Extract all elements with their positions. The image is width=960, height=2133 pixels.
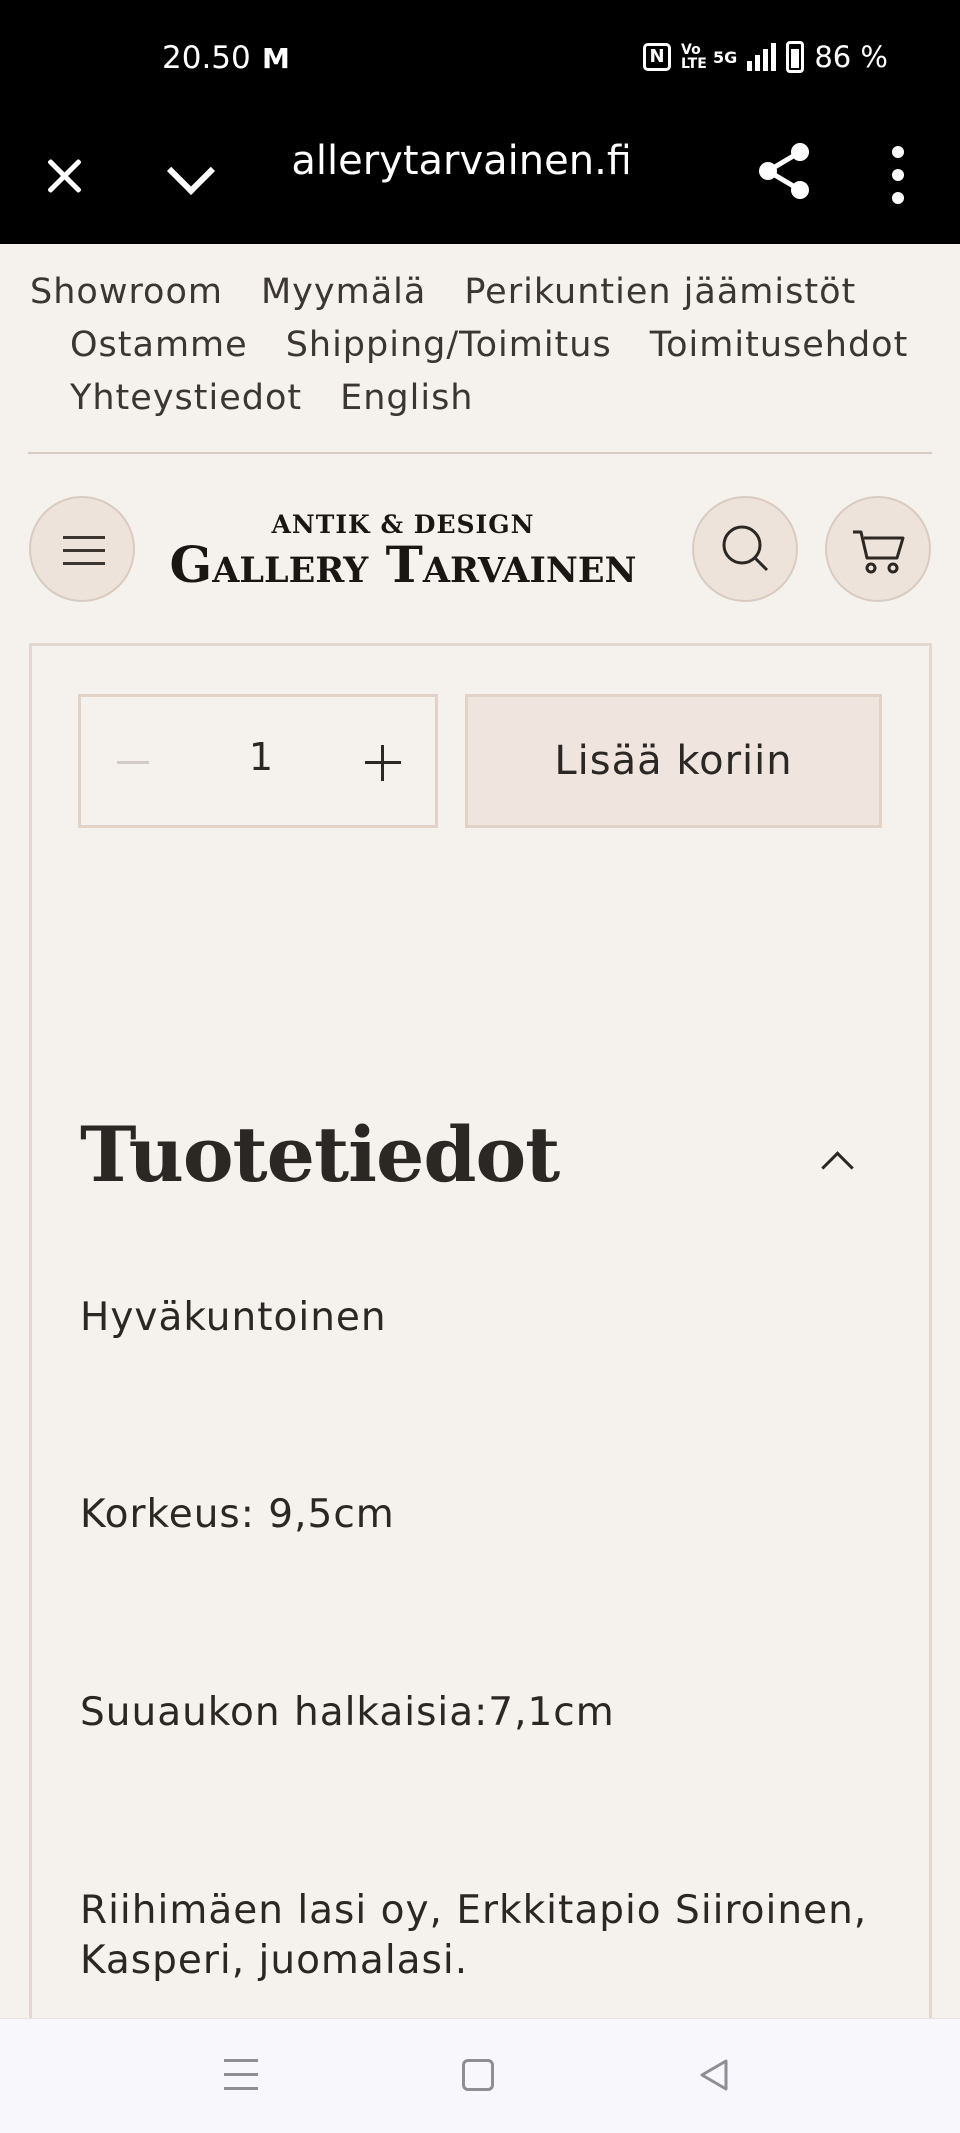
more-options-button[interactable]	[880, 140, 916, 210]
url-bar[interactable]: gallerytarvainen.fi	[288, 138, 628, 184]
cart-icon	[853, 530, 905, 574]
top-navigation: Showroom Myymälä Perikuntien jäämistöt Ost…	[30, 266, 935, 425]
close-tab-button[interactable]	[36, 148, 92, 204]
detail-diameter: Suuaukon halkaisia:7,1cm	[80, 1690, 615, 1735]
product-panel	[29, 643, 932, 2043]
nav-divider	[28, 452, 932, 454]
back-icon[interactable]	[696, 2057, 732, 2093]
nav-link-myymala[interactable]: Myymälä	[261, 272, 426, 312]
menu-button[interactable]	[29, 496, 135, 602]
minimize-chevron-button[interactable]	[160, 148, 224, 204]
recent-apps-icon[interactable]	[224, 2059, 258, 2091]
add-to-cart-button[interactable]: Lisää koriin	[465, 694, 882, 828]
detail-height: Korkeus: 9,5cm	[80, 1492, 395, 1537]
battery-percent: 86 %	[814, 40, 888, 74]
quantity-stepper: 1	[78, 694, 438, 828]
share-button[interactable]	[752, 138, 818, 204]
site-logo[interactable]: ANTIK & DESIGN Gallery Tarvainen	[168, 510, 638, 594]
nav-link-showroom[interactable]: Showroom	[30, 272, 223, 312]
detail-condition: Hyväkuntoinen	[80, 1295, 387, 1340]
nav-link-perikuntien-jaamistot[interactable]: Perikuntien jäämistöt	[464, 272, 856, 312]
url-text: gallerytarvainen.fi	[288, 138, 628, 184]
status-indicators: N Vo LTE 5G 86 %	[643, 40, 888, 74]
system-navigation-bar	[0, 2018, 960, 2133]
status-bar: 20.50 M N Vo LTE 5G 86 %	[0, 0, 960, 122]
network-type-label: 5G	[713, 47, 738, 67]
battery-icon	[786, 41, 805, 73]
nav-link-yhteystiedot[interactable]: Yhteystiedot	[70, 378, 302, 418]
decrease-quantity-button[interactable]	[117, 761, 149, 764]
volte-icon: Vo LTE	[681, 42, 707, 72]
nav-link-toimitusehdot[interactable]: Toimitusehdot	[650, 325, 909, 365]
nav-link-english[interactable]: English	[340, 378, 473, 418]
browser-toolbar: gallerytarvainen.fi	[0, 122, 960, 244]
gmail-notification-icon: M	[262, 42, 290, 75]
logo-name: Gallery Tarvainen	[169, 535, 637, 594]
status-time: 20.50	[162, 40, 251, 76]
search-icon	[722, 525, 769, 572]
nav-link-ostamme[interactable]: Ostamme	[70, 325, 248, 365]
collapse-chevron-up-icon[interactable]	[818, 1146, 854, 1182]
home-icon[interactable]	[462, 2059, 494, 2091]
signal-strength-icon	[747, 43, 777, 71]
product-details-heading: Tuotetiedot	[80, 1110, 560, 1199]
nav-link-shipping[interactable]: Shipping/Toimitus	[286, 325, 612, 365]
increase-quantity-button[interactable]	[365, 745, 401, 781]
nfc-icon: N	[643, 43, 672, 71]
detail-description: Riihimäen lasi oy, Erkkitapio Siiroinen,…	[80, 1888, 868, 1983]
quantity-input[interactable]: 1	[231, 735, 291, 779]
search-button[interactable]	[692, 496, 798, 602]
share-icon	[759, 143, 809, 199]
cart-button[interactable]	[825, 496, 931, 602]
